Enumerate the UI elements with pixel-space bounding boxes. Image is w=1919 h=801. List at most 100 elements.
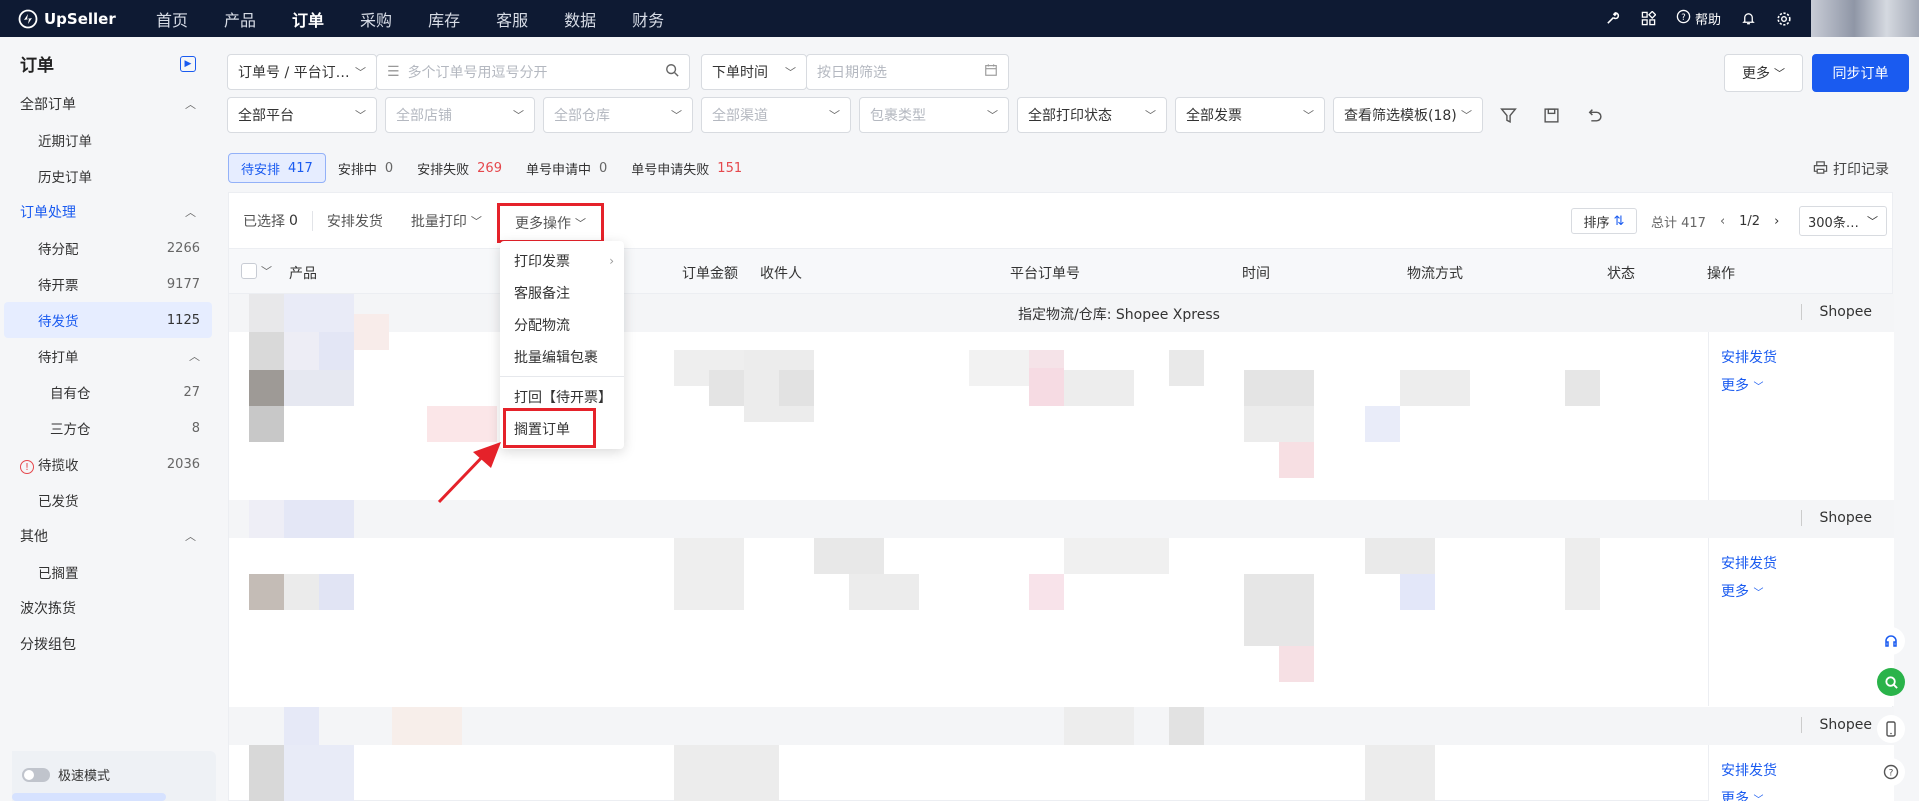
sidebar-item-on-hold[interactable]: 已搁置 — [4, 554, 212, 590]
sidebar-item-to-assign[interactable]: 待分配 2266 — [4, 230, 212, 266]
sidebar-collapse-icon[interactable]: ▶ — [180, 55, 196, 72]
channel-select[interactable]: 全部渠道 ﹀ — [701, 97, 851, 133]
tab-label: 待安排 — [241, 162, 281, 178]
sidebar-group-all-orders[interactable]: 全部订单 ︿ — [0, 86, 216, 122]
row-arrange-link[interactable]: 安排发货 — [1721, 553, 1777, 573]
tab-tracking-failed[interactable]: 单号申请失败 151 — [619, 153, 754, 183]
warehouse-select[interactable]: 全部仓库 ﹀ — [543, 97, 693, 133]
sync-orders-button[interactable]: 同步订单 — [1812, 54, 1909, 92]
user-avatar[interactable] — [1811, 0, 1919, 37]
menu-item-service-note[interactable]: 客服备注 — [514, 279, 570, 307]
shop-select[interactable]: 全部店铺 ﹀ — [385, 97, 535, 133]
sidebar-group-processing[interactable]: 订单处理 ︿ — [0, 194, 216, 230]
blurred-content — [284, 707, 319, 745]
nav-orders[interactable]: 订单 — [274, 0, 342, 37]
chevron-down-icon[interactable]: ﹀ — [261, 263, 272, 279]
brand-logo[interactable]: UpSeller — [18, 9, 138, 29]
question-circle-icon[interactable]: ? — [1877, 758, 1905, 786]
reset-icon[interactable] — [1582, 103, 1606, 127]
blurred-content — [1169, 707, 1204, 745]
sidebar-item-sort-pack[interactable]: 分拨组包 — [0, 626, 216, 662]
chevron-down-icon: ﹀ — [785, 66, 796, 79]
filter-icon[interactable] — [1496, 103, 1520, 127]
sidebar-item-label: 历史订单 — [38, 170, 92, 186]
wrench-icon[interactable] — [1604, 10, 1622, 28]
select-all-checkbox[interactable] — [241, 263, 257, 279]
sidebar-item-label: 自有仓 — [50, 386, 91, 402]
tab-arranging[interactable]: 安排中 0 — [326, 153, 405, 183]
nav-purchase[interactable]: 采购 — [342, 0, 410, 37]
fast-mode-toggle[interactable] — [22, 767, 50, 782]
tab-count: 417 — [288, 160, 313, 176]
order-number-search-input[interactable]: ☰ 多个订单号用逗号分开 — [376, 54, 690, 90]
more-button[interactable]: 更多 ﹀ — [1724, 54, 1803, 92]
sidebar-item-shipped[interactable]: 已发货 — [4, 482, 212, 518]
sidebar-item-history[interactable]: 历史订单 — [4, 158, 212, 194]
nav-service[interactable]: 客服 — [478, 0, 546, 37]
mobile-icon[interactable] — [1877, 715, 1905, 743]
sidebar-item-label: 待揽收 — [38, 457, 79, 474]
menu-item-return-to-invoice[interactable]: 打回【待开票】 — [514, 383, 612, 411]
print-status-select[interactable]: 全部打印状态 ﹀ — [1017, 97, 1167, 133]
row-arrange-link[interactable]: 安排发货 — [1721, 760, 1777, 780]
batch-print-button[interactable]: 批量打印 ﹀ — [397, 211, 496, 231]
fast-mode-toggle-row[interactable]: 极速模式 — [22, 765, 110, 784]
tab-arrange-failed[interactable]: 安排失败 269 — [405, 153, 514, 183]
sidebar-item-recent[interactable]: 近期订单 — [4, 122, 212, 158]
arrange-shipment-button[interactable]: 安排发货 — [311, 210, 397, 231]
sidebar-item-third-warehouse[interactable]: 三方仓 8 — [4, 410, 212, 446]
row-more-link[interactable]: 更多 ﹀ — [1721, 581, 1763, 601]
question-circle-icon: ? — [1676, 9, 1691, 28]
help-link[interactable]: ? 帮助 — [1676, 9, 1721, 28]
prev-page-icon[interactable]: ‹ — [1720, 214, 1725, 229]
nav-inventory[interactable]: 库存 — [410, 0, 478, 37]
menu-item-print-invoice[interactable]: 打印发票 › — [514, 247, 624, 275]
print-log-link[interactable]: 打印记录 — [1813, 159, 1889, 179]
menu-item-assign-logistics[interactable]: 分配物流 — [514, 311, 570, 339]
sidebar-item-to-invoice[interactable]: 待开票 9177 — [4, 266, 212, 302]
group-shop: Shopee — [1800, 717, 1872, 733]
row-more-link[interactable]: 更多 ﹀ — [1721, 788, 1763, 801]
nav-finance[interactable]: 财务 — [614, 0, 682, 37]
sidebar-item-to-pickup[interactable]: ! 待揽收 2036 — [4, 446, 212, 482]
row-more-link[interactable]: 更多 ﹀ — [1721, 375, 1763, 395]
select-value: 全部发票 — [1186, 108, 1242, 124]
nav-products[interactable]: 产品 — [206, 0, 274, 37]
filter-template-select[interactable]: 查看筛选模板(18) ﹀ — [1333, 97, 1483, 133]
search-icon[interactable] — [1877, 668, 1905, 696]
more-operations-button[interactable]: 更多操作 ﹀ — [497, 203, 604, 243]
row-arrange-link[interactable]: 安排发货 — [1721, 347, 1777, 367]
sidebar-group-other[interactable]: 其他 ︿ — [0, 518, 216, 554]
order-group-header: 指定物流/仓库: Shopee Xpress Shopee — [229, 294, 1894, 332]
menu-item-batch-edit-package[interactable]: 批量编辑包裹 — [514, 343, 598, 371]
headset-icon[interactable] — [1877, 627, 1905, 655]
sidebar-item-to-print[interactable]: 待打单 ︿ — [4, 338, 212, 374]
tab-tracking-applying[interactable]: 单号申请中 0 — [514, 153, 619, 183]
platform-select[interactable]: 全部平台 ﹀ — [227, 97, 377, 133]
sidebar-item-to-ship[interactable]: 待发货 1125 — [4, 302, 212, 338]
chevron-right-icon: › — [609, 254, 614, 268]
page-size-select[interactable]: 300条… ﹀ — [1799, 206, 1887, 236]
bell-icon[interactable] — [1739, 10, 1757, 28]
column-logistics: 物流方式 — [1407, 266, 1463, 282]
chevron-down-icon: ﹀ — [1867, 215, 1878, 228]
next-page-icon[interactable]: › — [1774, 214, 1779, 229]
selected-label: 已选择 — [243, 213, 285, 230]
date-filter-input[interactable]: 按日期筛选 — [806, 54, 1009, 90]
invoice-select[interactable]: 全部发票 ﹀ — [1175, 97, 1325, 133]
gear-icon[interactable] — [1775, 10, 1793, 28]
sort-button[interactable]: 排序 ⇅ — [1571, 208, 1637, 234]
order-number-type-select[interactable]: 订单号 / 平台订… ﹀ — [227, 54, 377, 90]
search-icon[interactable] — [665, 63, 679, 81]
sidebar-item-wave-pick[interactable]: 波次拣货 — [0, 590, 216, 626]
chevron-down-icon: ﹀ — [829, 109, 840, 122]
package-type-select[interactable]: 包裹类型 ﹀ — [859, 97, 1009, 133]
time-type-select[interactable]: 下单时间 ﹀ — [701, 54, 807, 90]
group-label: 指定物流/仓库: Shopee Xpress — [1018, 304, 1220, 324]
sidebar-item-own-warehouse[interactable]: 自有仓 27 — [4, 374, 212, 410]
tab-to-arrange[interactable]: 待安排 417 — [228, 153, 326, 183]
nav-data[interactable]: 数据 — [546, 0, 614, 37]
nav-home[interactable]: 首页 — [138, 0, 206, 37]
save-icon[interactable] — [1539, 103, 1563, 127]
apps-grid-icon[interactable] — [1640, 10, 1658, 28]
